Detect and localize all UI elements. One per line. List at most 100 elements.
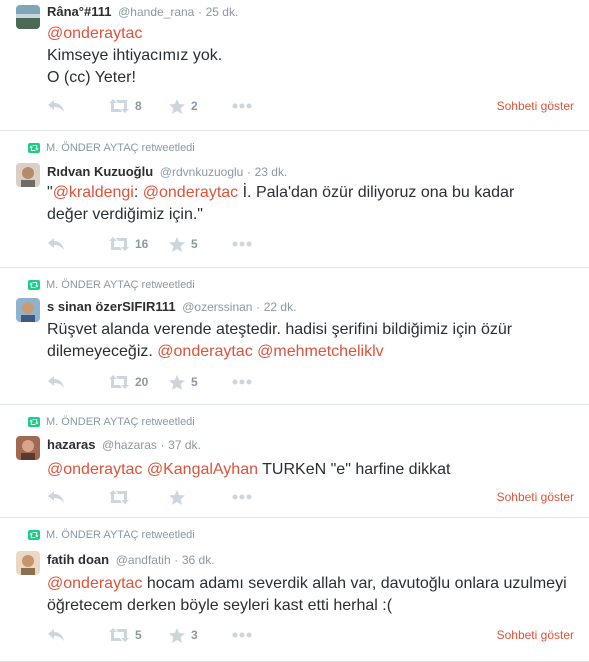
tweet-header: fatih doan @andfatih · 36 dk. <box>47 551 215 569</box>
favorite-button[interactable]: 2 <box>169 96 198 116</box>
mention-link[interactable]: @onderaytac <box>157 343 252 360</box>
tweet-header: Rıdvan Kuzuoğlu @rdvnkuzuoglu · 23 dk. <box>47 163 287 181</box>
user-handle[interactable]: @ozerssinan <box>182 300 252 314</box>
colon: : <box>133 184 143 201</box>
mention-link[interactable]: @mehmetcheliklv <box>257 343 384 360</box>
user-name[interactable]: s sinan özerSIFIR111 <box>47 299 176 314</box>
retweet-button[interactable]: 20 <box>109 372 148 392</box>
more-button[interactable] <box>232 372 252 392</box>
retweeted-by-label[interactable]: M. ÖNDER AYTAÇ retweetledi <box>46 141 195 155</box>
reply-icon <box>48 491 64 503</box>
retweeted-by-label[interactable]: M. ÖNDER AYTAÇ retweetledi <box>46 415 195 429</box>
timeline: Râna°#111 @hande_rana · 25 dk. @onderayt… <box>0 0 589 662</box>
separator-dot: · <box>256 300 261 314</box>
retweet-count: 8 <box>135 99 142 113</box>
more-dots-icon <box>232 103 252 109</box>
tweet-text: @onderaytac @KangalAyhan TURKeN "e" harf… <box>47 459 567 481</box>
more-button[interactable] <box>232 625 252 645</box>
star-icon <box>169 374 185 390</box>
mention-link[interactable]: @onderaytac <box>47 575 142 592</box>
favorite-count: 3 <box>191 628 198 642</box>
retweet-button[interactable]: 5 <box>109 625 142 645</box>
tweet-text: @onderaytac hocam adamı severdik allah v… <box>47 573 572 617</box>
tweet-actions <box>47 487 567 507</box>
timestamp[interactable]: 25 dk. <box>206 5 239 19</box>
show-conversation-link[interactable]: Sohbeti göster <box>497 487 574 507</box>
tweet-text: @onderaytac Kimseye ihtiyacımız yok. O (… <box>47 23 567 89</box>
avatar[interactable] <box>16 5 40 29</box>
timestamp[interactable]: 23 dk. <box>255 165 288 179</box>
reply-button[interactable] <box>47 372 65 392</box>
timestamp[interactable]: 22 dk. <box>264 300 297 314</box>
user-handle[interactable]: @rdvnkuzuoglu <box>160 165 244 179</box>
tweet-text: "@kraldengi: @onderaytac İ. Pala'dan özü… <box>47 182 552 226</box>
show-conversation-link[interactable]: Sohbeti göster <box>497 96 574 116</box>
tweet-line: O (cc) Yeter! <box>47 69 136 86</box>
user-handle[interactable]: @andfatih <box>116 553 171 567</box>
tweet-item[interactable]: M. ÖNDER AYTAÇ retweetledi s sinan özerS… <box>0 268 589 405</box>
mention-link[interactable]: @KangalAyhan <box>147 461 258 478</box>
avatar[interactable] <box>16 163 40 187</box>
reply-button[interactable] <box>47 234 65 254</box>
tweet-item[interactable]: Râna°#111 @hande_rana · 25 dk. @onderayt… <box>0 0 589 131</box>
tweet-header: hazaras @hazaras · 37 dk. <box>47 436 201 454</box>
star-icon <box>169 489 185 505</box>
avatar[interactable] <box>16 551 40 575</box>
user-handle[interactable]: @hande_rana <box>118 5 194 19</box>
tweet-item[interactable]: M. ÖNDER AYTAÇ retweetledi fatih doan @a… <box>0 518 589 662</box>
retweet-button[interactable]: 8 <box>109 96 142 116</box>
retweet-button[interactable]: 16 <box>109 234 148 254</box>
more-button[interactable] <box>232 234 252 254</box>
favorite-button[interactable]: 3 <box>169 625 198 645</box>
retweet-icon <box>28 143 40 153</box>
favorite-count: 5 <box>191 375 198 389</box>
user-handle[interactable]: @hazaras <box>102 438 157 452</box>
retweet-icon <box>109 375 129 389</box>
avatar[interactable] <box>16 436 40 460</box>
reply-button[interactable] <box>47 487 65 507</box>
reply-button[interactable] <box>47 625 65 645</box>
retweet-count: 5 <box>135 628 142 642</box>
mention-link[interactable]: @onderaytac <box>143 184 238 201</box>
retweeted-by: M. ÖNDER AYTAÇ retweetledi <box>28 278 195 292</box>
reply-icon <box>48 100 64 112</box>
user-name[interactable]: fatih doan <box>47 552 109 567</box>
reply-icon <box>48 238 64 250</box>
tweet-line: Kimseye ihtiyacımız yok. <box>47 47 223 64</box>
favorite-button[interactable]: 5 <box>169 234 198 254</box>
show-conversation-link[interactable]: Sohbeti göster <box>497 625 574 645</box>
user-name[interactable]: Râna°#111 <box>47 4 111 19</box>
mention-link[interactable]: @onderaytac <box>47 25 142 42</box>
tweet-header: Râna°#111 @hande_rana · 25 dk. <box>47 3 238 21</box>
user-name[interactable]: Rıdvan Kuzuoğlu <box>47 164 153 179</box>
more-button[interactable] <box>232 96 252 116</box>
reply-button[interactable] <box>47 96 65 116</box>
tweet-item[interactable]: M. ÖNDER AYTAÇ retweetledi hazaras @haza… <box>0 405 589 518</box>
star-icon <box>169 98 185 114</box>
retweet-icon <box>28 530 40 540</box>
avatar[interactable] <box>16 298 40 322</box>
retweeted-by-label[interactable]: M. ÖNDER AYTAÇ retweetledi <box>46 278 195 292</box>
retweet-button[interactable] <box>109 487 129 507</box>
retweet-icon <box>28 280 40 290</box>
more-button[interactable] <box>232 487 252 507</box>
mention-link[interactable]: @onderaytac <box>47 461 142 478</box>
timestamp[interactable]: 36 dk. <box>182 553 215 567</box>
favorite-button[interactable]: 5 <box>169 372 198 392</box>
separator-dot: · <box>197 5 202 19</box>
favorite-button[interactable] <box>169 487 185 507</box>
retweeted-by-label[interactable]: M. ÖNDER AYTAÇ retweetledi <box>46 528 195 542</box>
tweet-item[interactable]: M. ÖNDER AYTAÇ retweetledi Rıdvan Kuzuoğ… <box>0 131 589 268</box>
retweet-count: 16 <box>135 237 149 251</box>
timestamp[interactable]: 37 dk. <box>168 438 201 452</box>
tweet-text-rest: TURKeN "e" harfine dikkat <box>258 461 451 478</box>
user-name[interactable]: hazaras <box>47 437 95 452</box>
retweet-icon <box>28 417 40 427</box>
more-dots-icon <box>232 632 252 638</box>
retweet-icon <box>109 628 129 642</box>
retweet-icon <box>109 490 129 504</box>
reply-icon <box>48 376 64 388</box>
favorite-count: 2 <box>191 99 198 113</box>
mention-link[interactable]: @kraldengi <box>53 184 134 201</box>
tweet-actions: 20 5 <box>47 372 567 392</box>
